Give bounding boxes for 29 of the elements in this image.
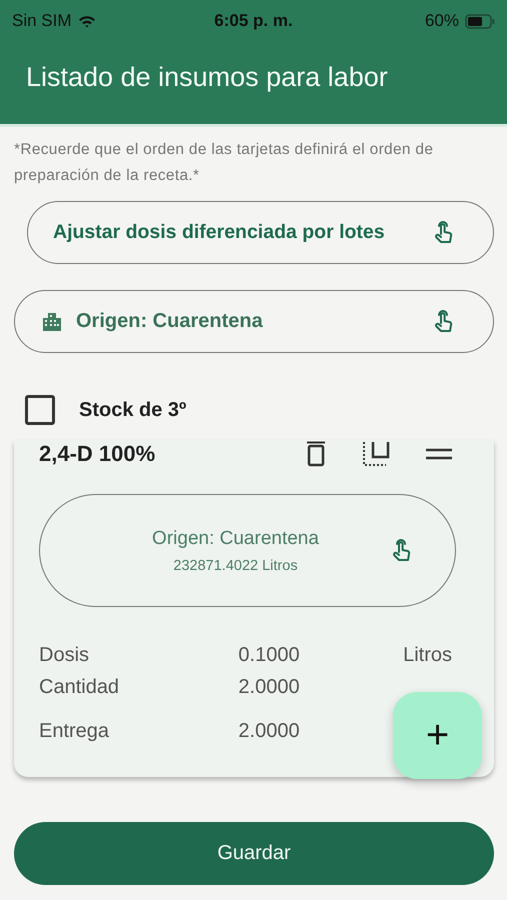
field-value: 2.0000 <box>237 720 301 742</box>
battery-percent: 60% <box>424 11 459 31</box>
field-label: Cantidad <box>39 676 120 698</box>
field-value: 2.0000 <box>237 676 301 698</box>
unit-label: Litros <box>403 644 452 666</box>
add-button[interactable]: + <box>393 692 482 779</box>
screen-title: Listado de insumos para labor <box>25 61 389 93</box>
trash-icon[interactable] <box>306 441 326 467</box>
tap-icon <box>433 310 455 334</box>
origin-selector[interactable]: Origen: Cuarentena 232871.4022 Litros <box>39 494 456 607</box>
tap-icon <box>433 220 455 244</box>
wifi-icon <box>78 14 96 28</box>
copy-icon[interactable] <box>362 441 390 467</box>
product-name: 2,4-D 100% <box>39 441 156 467</box>
clock-time: 6:05 p. m. <box>214 11 293 31</box>
save-button[interactable]: Guardar <box>14 822 494 885</box>
field-value: 0.1000 <box>237 644 301 666</box>
carrier-label: Sin SIM <box>12 11 72 31</box>
building-icon <box>42 312 62 332</box>
origin-selector[interactable]: Origen: Cuarentena <box>14 290 494 353</box>
adjust-dose-button[interactable]: Ajustar dosis diferenciada por lotes <box>27 201 494 264</box>
field-label: Dosis <box>39 644 90 666</box>
stock-checkbox[interactable] <box>25 395 55 425</box>
tap-icon <box>391 538 413 562</box>
battery-icon <box>464 14 495 28</box>
order-note: *Recuerde que el orden de las tarjetas definirá el orden de preparación de la receta.* <box>14 140 434 186</box>
field-label: Entrega <box>39 720 110 742</box>
drag-handle-icon[interactable] <box>426 448 452 460</box>
stock-label: Stock de 3º <box>79 398 186 422</box>
